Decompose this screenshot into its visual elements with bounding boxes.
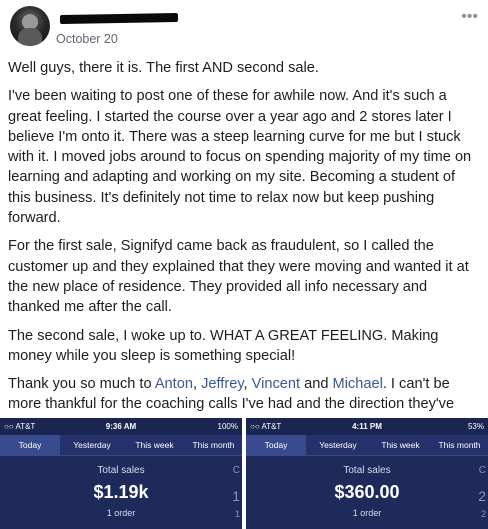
thanks-prefix: Thank you so much to (8, 376, 155, 393)
avatar[interactable] (10, 6, 50, 46)
date-range-tabs: Today Yesterday This week This month (246, 435, 488, 456)
battery-text: 53% (467, 422, 484, 431)
total-sales-label: Total sales (97, 465, 145, 476)
tab-this-week[interactable]: This week (124, 435, 185, 456)
redacted-author-name (59, 12, 179, 25)
thanks-separator: , (192, 376, 202, 393)
total-sales-label: Total sales (343, 465, 391, 476)
total-sales-value: $360.00 (334, 482, 400, 502)
tab-yesterday[interactable]: Yesterday (306, 435, 370, 456)
mention-link[interactable]: Michael (333, 376, 383, 392)
mention-link[interactable]: Jeffrey (201, 376, 243, 392)
total-sales-value: $1.19k (93, 482, 149, 502)
time-text: 9:36 AM (105, 422, 137, 431)
post-header: October 20 ••• (10, 6, 480, 52)
mention-link[interactable]: Anton (155, 376, 193, 392)
screenshot-photo[interactable]: ○○ AT&T 4:11 PM 53% Today Yesterday This… (246, 418, 488, 529)
thanks-separator: and (300, 376, 333, 393)
time-text: 4:11 PM (352, 422, 382, 431)
mention-link[interactable]: Vincent (252, 376, 300, 392)
post-paragraph: The second sale, I woke up to. WHAT A GR… (8, 327, 439, 364)
battery-text: 100% (217, 422, 238, 431)
cropped-edge-text: C (478, 465, 486, 476)
cropped-edge-text: 1 (234, 509, 240, 519)
sales-summary: Total sales $1.19k 1 order (0, 456, 242, 529)
cropped-edge-text: 2 (480, 509, 486, 519)
post-date[interactable]: October 20 (56, 32, 118, 46)
more-horizontal-icon[interactable]: ••• (461, 8, 478, 26)
tab-today[interactable]: Today (246, 435, 306, 456)
tab-this-week[interactable]: This week (370, 435, 431, 456)
status-bar: ○○ AT&T 4:11 PM 53% (246, 418, 488, 435)
sales-summary: Total sales $360.00 1 order (246, 456, 488, 529)
post-paragraph: For the first sale, Signifyd came back a… (8, 238, 469, 316)
tab-today[interactable]: Today (0, 435, 60, 456)
screenshot-photo[interactable]: ○○ AT&T 9:36 AM 100% Today Yesterday Thi… (0, 418, 242, 529)
cropped-edge-text: 2 (478, 488, 486, 504)
post-paragraph: Well guys, there it is. The first AND se… (8, 60, 319, 76)
order-count: 1 order (106, 508, 136, 518)
status-bar: ○○ AT&T 9:36 AM 100% (0, 418, 242, 435)
attached-screenshots: ○○ AT&T 9:36 AM 100% Today Yesterday Thi… (0, 418, 488, 529)
date-range-tabs: Today Yesterday This week This month (0, 435, 242, 456)
order-count: 1 order (352, 508, 382, 518)
tab-this-month[interactable]: This month (185, 435, 242, 456)
cropped-edge-text: C (232, 465, 240, 476)
cropped-edge-text: 1 (232, 488, 240, 504)
thanks-separator: , (243, 376, 252, 393)
post-body: Well guys, there it is. The first AND se… (8, 58, 480, 443)
avatar-body-shape (18, 28, 42, 46)
tab-yesterday[interactable]: Yesterday (60, 435, 124, 456)
tab-this-month[interactable]: This month (431, 435, 488, 456)
post-paragraph: I've been waiting to post one of these f… (8, 88, 472, 227)
